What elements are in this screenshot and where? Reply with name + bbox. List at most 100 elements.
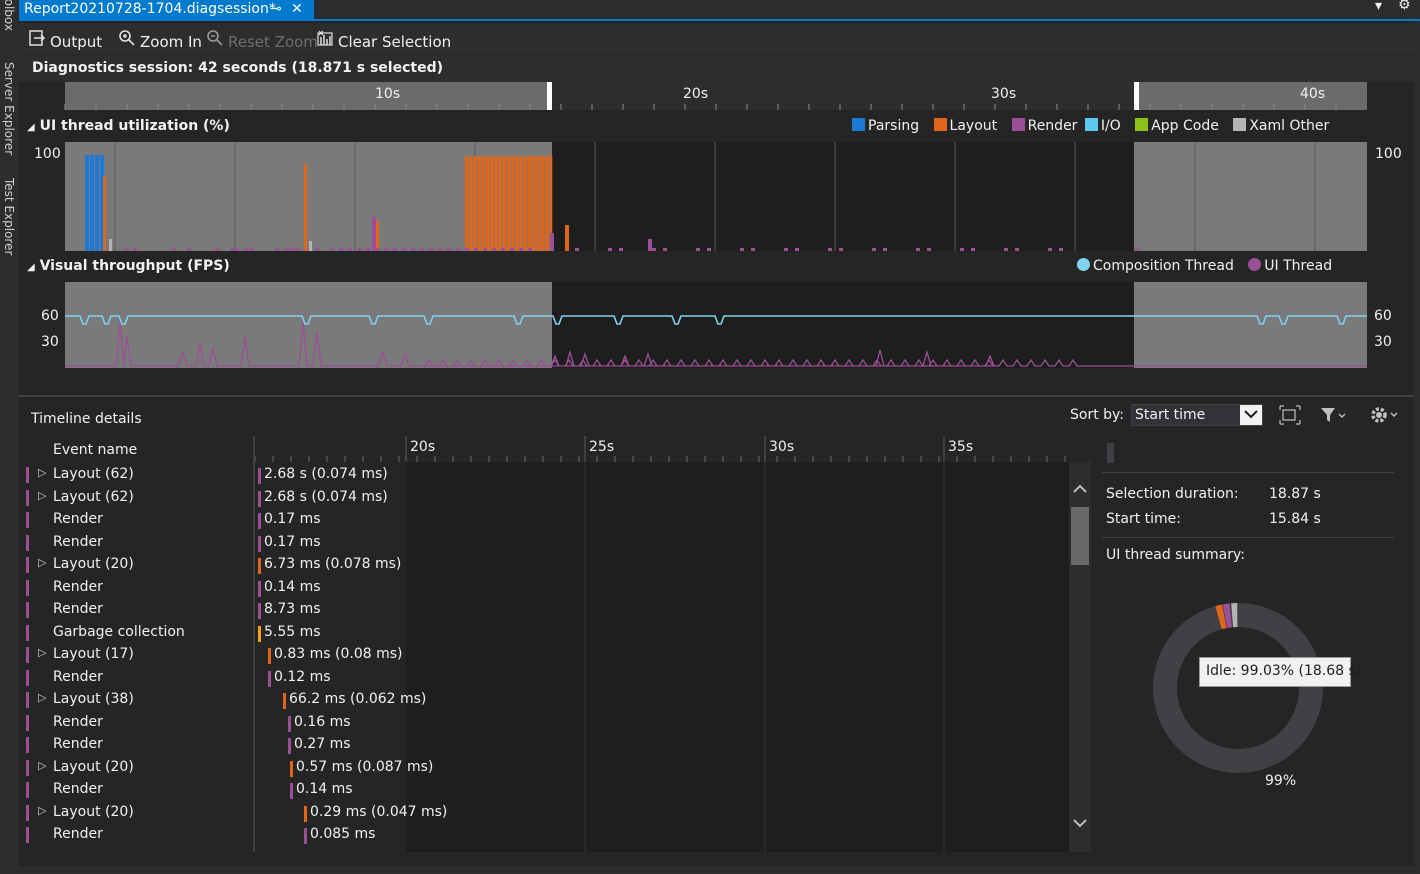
event-row[interactable]: ▷ Layout (62) 2.68 s (0.074 ms) (23, 464, 1069, 486)
reset-zoom-label: Reset Zoom (228, 33, 318, 51)
scroll-up-icon[interactable] (1072, 482, 1088, 494)
event-duration-bar (288, 738, 291, 754)
selection-duration-value: 18.87 s (1269, 486, 1321, 502)
event-row[interactable]: Render 0.17 ms (23, 532, 1069, 554)
expand-triangle-icon[interactable]: ▷ (38, 691, 46, 704)
collapse-triangle-icon[interactable]: ◢ (27, 122, 35, 133)
event-duration-bar (258, 513, 261, 529)
details-tick-20s: 20s (410, 439, 435, 455)
document-tab-bar: Report20210728-1704.diagsession* ⊸ ✕ ▾ ⚙ (19, 0, 1420, 21)
summary-pane-handle[interactable] (1107, 443, 1114, 463)
event-row[interactable]: Render 0.085 ms (23, 824, 1069, 846)
event-name-column-header[interactable]: Event name (53, 442, 137, 458)
event-row[interactable]: Render 0.16 ms (23, 712, 1069, 734)
ui-thread-bar (429, 248, 433, 251)
event-duration-bar (258, 535, 261, 552)
legend-io-label: I/O (1100, 118, 1121, 134)
ui-thread-bar (465, 156, 469, 251)
settings-gear-icon[interactable]: ⚙ (1398, 0, 1411, 13)
event-row[interactable]: Render 0.14 ms (23, 577, 1069, 599)
ui-thread-bar (90, 155, 94, 251)
expand-triangle-icon[interactable]: ▷ (38, 804, 46, 817)
layout-slice[interactable] (1215, 604, 1227, 630)
ui-thread-bar (510, 248, 514, 251)
ui-thread-bar (707, 248, 711, 251)
legend-app-code-label: App Code (1151, 118, 1219, 134)
ui-thread-bar (1004, 248, 1008, 251)
ui-thread-section-header[interactable]: ◢ UI thread utilization (%) (27, 118, 230, 134)
ui-thread-bar (540, 156, 544, 251)
parsing-swatch (852, 118, 865, 131)
idle-slice[interactable] (1153, 603, 1323, 773)
ui-thread-bar (511, 156, 515, 251)
event-row[interactable]: ▷ Layout (17) 0.83 ms (0.08 ms) (23, 644, 1069, 666)
ui-thread-bar (375, 248, 379, 251)
legend-composition-thread: Composition Thread (1067, 258, 1234, 274)
legend-parsing: Parsing (842, 118, 919, 134)
ui-thread-bar (348, 248, 352, 251)
ui-thread-bar (309, 241, 312, 251)
zoom-in-button[interactable]: Zoom In (117, 29, 202, 51)
tab-list-dropdown-icon[interactable]: ▾ (1375, 0, 1382, 14)
test-explorer-tab[interactable]: Test Explorer (2, 178, 16, 255)
event-row[interactable]: Render 0.17 ms (23, 509, 1069, 531)
scroll-down-icon[interactable] (1072, 818, 1088, 830)
output-button[interactable]: Output (27, 29, 102, 51)
event-duration: 0.12 ms (274, 668, 331, 685)
zoom-to-selection-icon[interactable] (1279, 405, 1301, 425)
filter-icon[interactable] (1320, 406, 1348, 424)
event-row[interactable]: ▷ Layout (62) 2.68 s (0.074 ms) (23, 487, 1069, 509)
render-slice[interactable] (1222, 603, 1233, 629)
time-ruler[interactable]: 10s 20s 30s 40s (19, 82, 1414, 110)
app-code-swatch (1135, 118, 1149, 131)
reset-zoom-button[interactable]: Reset Zoom (205, 29, 318, 51)
ui-thread-bar (1059, 248, 1063, 251)
event-row[interactable]: ▷ Layout (20) 6.73 ms (0.078 ms) (23, 554, 1069, 576)
expand-triangle-icon[interactable]: ▷ (38, 646, 46, 659)
scrollbar-thumb[interactable] (1071, 507, 1089, 565)
details-time-ruler: 20s 25s 30s 35s (255, 436, 1066, 462)
fps-section-header[interactable]: ◢ Visual throughput (FPS) (27, 258, 230, 274)
close-icon[interactable]: ✕ (291, 0, 303, 18)
event-category-marker (26, 804, 29, 821)
expand-triangle-icon[interactable]: ▷ (38, 489, 46, 502)
expand-triangle-icon[interactable]: ▷ (38, 466, 46, 479)
event-category-marker (26, 759, 29, 776)
ui-thread-bar (85, 155, 89, 251)
settings-gear-icon[interactable] (1368, 404, 1400, 426)
server-explorer-tab[interactable]: Server Explorer (2, 62, 16, 155)
clear-selection-button[interactable]: Clear Selection (315, 29, 451, 51)
document-tab[interactable]: Report20210728-1704.diagsession* ⊸ ✕ (19, 0, 314, 19)
visual-throughput-chart[interactable] (65, 282, 1367, 368)
event-category-marker (26, 714, 29, 731)
event-row[interactable]: ▷ Layout (20) 0.57 ms (0.087 ms) (23, 757, 1069, 779)
event-row[interactable]: ▷ Layout (38) 66.2 ms (0.062 ms) (23, 689, 1069, 711)
ui-thread-bar (528, 248, 532, 251)
legend-layout-label: Layout (949, 118, 998, 134)
event-row[interactable]: Garbage collection 5.55 ms (23, 622, 1069, 644)
event-name: Render (53, 511, 103, 527)
selection-start-handle[interactable] (547, 82, 552, 110)
ui-thread-bar (532, 156, 536, 251)
collapse-triangle-icon[interactable]: ◢ (27, 262, 35, 273)
event-row[interactable]: Render 0.27 ms (23, 734, 1069, 756)
event-list-scrollbar[interactable] (1069, 462, 1091, 852)
sort-by-dropdown[interactable]: Start time (1131, 404, 1263, 426)
tab-title: Report20210728-1704.diagsession* (24, 1, 276, 17)
output-icon (27, 29, 47, 51)
expand-triangle-icon[interactable]: ▷ (38, 759, 46, 772)
toolbox-tab[interactable]: Toolbox (2, 0, 16, 31)
expand-triangle-icon[interactable]: ▷ (38, 556, 46, 569)
event-row[interactable]: Render 0.12 ms (23, 667, 1069, 689)
pin-icon[interactable]: ⊸ (270, 0, 282, 18)
selection-end-handle[interactable] (1134, 82, 1139, 110)
legend-render: Render (1002, 118, 1077, 134)
ui-thread-summary-donut[interactable] (1150, 600, 1330, 780)
event-row[interactable]: Render 8.73 ms (23, 599, 1069, 621)
event-row[interactable]: ▷ Layout (20) 0.29 ms (0.047 ms) (23, 802, 1069, 824)
ui-thread-utilization-chart[interactable] (65, 142, 1367, 251)
ui-thread-bar (916, 248, 920, 251)
event-row[interactable]: Render 0.14 ms (23, 779, 1069, 801)
ui-thread-bar (372, 217, 376, 251)
event-name: Render (53, 668, 103, 685)
